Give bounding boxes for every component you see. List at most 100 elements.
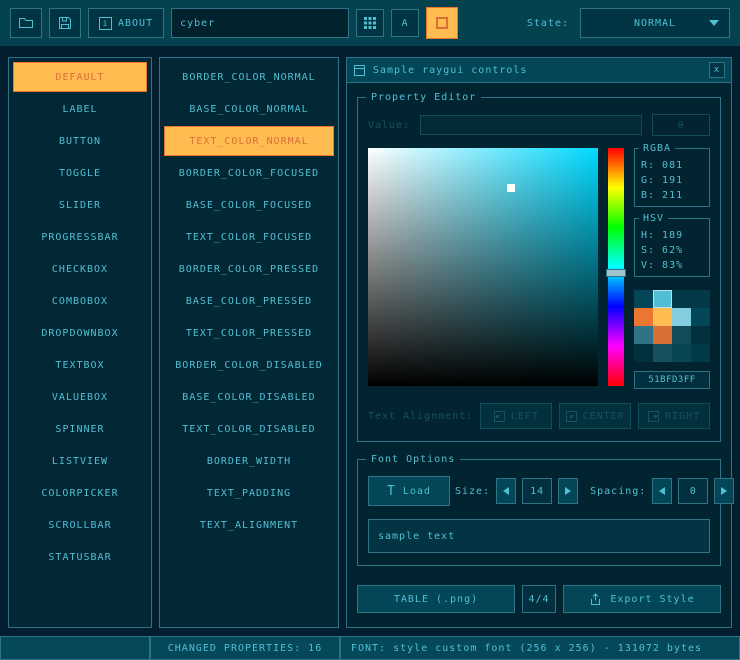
- control-list-item[interactable]: DROPDOWNBOX: [13, 318, 147, 348]
- color-picker: RGBA R: 081G: 191B: 211 HSV H: 189S: 62%…: [368, 148, 710, 389]
- align-center-icon: [566, 411, 577, 422]
- size-value[interactable]: 14: [522, 478, 552, 504]
- export-table-button[interactable]: TABLE (.png): [357, 585, 515, 613]
- status-font-info: FONT: style custom font (256 x 256) - 13…: [340, 636, 740, 660]
- window-title: Sample raygui controls: [373, 65, 527, 76]
- control-list-item[interactable]: TEXTBOX: [13, 350, 147, 380]
- spacing-value[interactable]: 0: [678, 478, 708, 504]
- state-dropdown[interactable]: NORMAL: [580, 8, 730, 38]
- color-swatch[interactable]: [634, 326, 653, 344]
- property-list-item[interactable]: TEXT_PADDING: [164, 478, 334, 508]
- hsv-value: S: 62%: [641, 243, 703, 258]
- color-swatch[interactable]: [672, 308, 691, 326]
- load-font-label: Load: [403, 486, 431, 497]
- control-list-item[interactable]: COMBOBOX: [13, 286, 147, 316]
- hue-handle[interactable]: [606, 269, 626, 277]
- style-table-view-button[interactable]: [356, 9, 384, 37]
- control-list-item[interactable]: LABEL: [13, 94, 147, 124]
- load-style-button[interactable]: [10, 8, 42, 38]
- property-list-item[interactable]: BASE_COLOR_PRESSED: [164, 286, 334, 316]
- font-row: T Load Size: 14 Spacing:: [368, 476, 710, 506]
- font-view-button[interactable]: A: [391, 9, 419, 37]
- color-swatch[interactable]: [653, 326, 672, 344]
- property-list-item[interactable]: BORDER_COLOR_PRESSED: [164, 254, 334, 284]
- property-editor-group: Property Editor Value: 0: [357, 97, 721, 442]
- property-list-item[interactable]: TEXT_COLOR_PRESSED: [164, 318, 334, 348]
- hsv-group: HSV H: 189S: 62%V: 83%: [634, 218, 710, 277]
- folder-open-icon: [18, 15, 34, 31]
- property-list-item[interactable]: BASE_COLOR_NORMAL: [164, 94, 334, 124]
- color-swatch[interactable]: [691, 344, 710, 362]
- control-list-item[interactable]: COLORPICKER: [13, 478, 147, 508]
- align-left-label: LEFT: [511, 411, 539, 422]
- control-list-item[interactable]: VALUEBOX: [13, 382, 147, 412]
- color-swatch[interactable]: [634, 344, 653, 362]
- align-center-button: CENTER: [559, 403, 631, 429]
- property-list-item[interactable]: BORDER_WIDTH: [164, 446, 334, 476]
- control-list-item[interactable]: STATUSBAR: [13, 542, 147, 572]
- grid-icon: [363, 16, 377, 30]
- control-list-item[interactable]: SPINNER: [13, 414, 147, 444]
- property-list-item[interactable]: BASE_COLOR_DISABLED: [164, 382, 334, 412]
- property-list-item[interactable]: BORDER_COLOR_NORMAL: [164, 62, 334, 92]
- window-titlebar[interactable]: Sample raygui controls x: [347, 58, 731, 83]
- color-swatch[interactable]: [691, 326, 710, 344]
- value-label: Value:: [368, 120, 410, 131]
- control-list-item[interactable]: SCROLLBAR: [13, 510, 147, 540]
- align-right-label: RIGHT: [665, 411, 700, 422]
- color-swatch[interactable]: [672, 290, 691, 308]
- property-list-item[interactable]: TEXT_COLOR_DISABLED: [164, 414, 334, 444]
- color-cursor[interactable]: [507, 184, 515, 192]
- sample-controls-window: Sample raygui controls x Property Editor…: [346, 57, 732, 628]
- font-options-label: Font Options: [366, 453, 460, 466]
- property-list-item[interactable]: BORDER_COLOR_DISABLED: [164, 350, 334, 380]
- color-swatch[interactable]: [672, 344, 691, 362]
- property-list-item[interactable]: TEXT_COLOR_FOCUSED: [164, 222, 334, 252]
- export-icon: [589, 593, 602, 606]
- color-swatch[interactable]: [691, 290, 710, 308]
- letter-a-icon: A: [402, 18, 409, 29]
- font-t-icon: T: [387, 484, 396, 499]
- toolbar: i ABOUT A State: NORMAL: [0, 0, 740, 46]
- property-list-item[interactable]: BORDER_COLOR_FOCUSED: [164, 158, 334, 188]
- hex-color-value[interactable]: 51BFD3FF: [634, 371, 710, 389]
- size-decrease-button[interactable]: [496, 478, 516, 504]
- color-swatch[interactable]: [634, 308, 653, 326]
- spacing-decrease-button[interactable]: [652, 478, 672, 504]
- color-swatch[interactable]: [653, 308, 672, 326]
- control-list-item[interactable]: DEFAULT: [13, 62, 147, 92]
- spacing-increase-button[interactable]: [714, 478, 734, 504]
- color-swatch[interactable]: [653, 344, 672, 362]
- export-style-button[interactable]: Export Style: [563, 585, 721, 613]
- control-list-item[interactable]: TOGGLE: [13, 158, 147, 188]
- close-button[interactable]: x: [709, 62, 725, 78]
- property-list-item[interactable]: TEXT_COLOR_NORMAL: [164, 126, 334, 156]
- style-name-input[interactable]: [171, 8, 349, 38]
- load-font-button[interactable]: T Load: [368, 476, 450, 506]
- state-dropdown-value: NORMAL: [634, 18, 676, 29]
- controls-list: DEFAULTLABELBUTTONTOGGLESLIDERPROGRESSBA…: [8, 57, 152, 628]
- color-swatch[interactable]: [634, 290, 653, 308]
- color-swatch[interactable]: [672, 326, 691, 344]
- about-button-label: ABOUT: [118, 18, 153, 29]
- property-list-item[interactable]: TEXT_ALIGNMENT: [164, 510, 334, 540]
- page-indicator: 4/4: [522, 585, 556, 613]
- saturation-value-panel[interactable]: [368, 148, 598, 386]
- size-increase-button[interactable]: [558, 478, 578, 504]
- style-color-mode-button[interactable]: [426, 7, 458, 39]
- sample-text-input[interactable]: sample text: [368, 519, 710, 553]
- hue-bar[interactable]: [608, 148, 624, 386]
- main-area: DEFAULTLABELBUTTONTOGGLESLIDERPROGRESSBA…: [0, 46, 740, 636]
- property-list-item[interactable]: BASE_COLOR_FOCUSED: [164, 190, 334, 220]
- about-button[interactable]: i ABOUT: [88, 8, 164, 38]
- color-swatch[interactable]: [653, 290, 672, 308]
- control-list-item[interactable]: CHECKBOX: [13, 254, 147, 284]
- control-list-item[interactable]: BUTTON: [13, 126, 147, 156]
- color-swatch[interactable]: [691, 308, 710, 326]
- hsv-rows: H: 189S: 62%V: 83%: [641, 228, 703, 273]
- control-list-item[interactable]: SLIDER: [13, 190, 147, 220]
- control-list-item[interactable]: LISTVIEW: [13, 446, 147, 476]
- property-editor-label: Property Editor: [366, 91, 481, 104]
- control-list-item[interactable]: PROGRESSBAR: [13, 222, 147, 252]
- save-style-button[interactable]: [49, 8, 81, 38]
